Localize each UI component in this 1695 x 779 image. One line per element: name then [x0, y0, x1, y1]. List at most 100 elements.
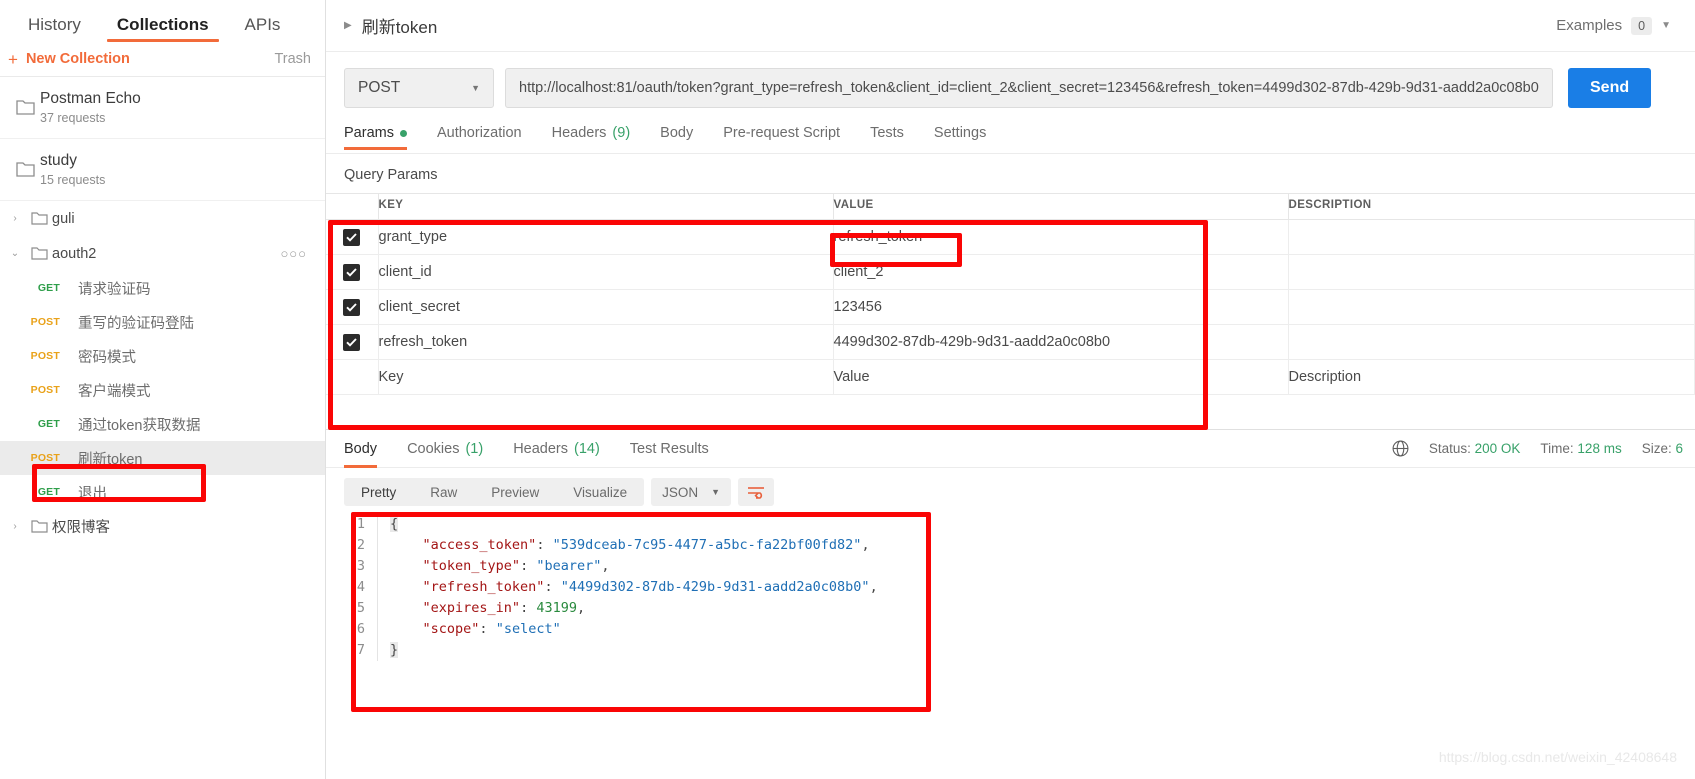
time-badge: Time: 128 ms	[1540, 441, 1621, 456]
row-checkbox-cell[interactable]	[326, 254, 379, 290]
response-tab-test-results-label: Test Results	[629, 440, 709, 457]
trash-button[interactable]: Trash	[274, 51, 311, 67]
send-button[interactable]: Send	[1568, 68, 1652, 108]
sidebar-request-chongxiedeyanzhengmadenglu[interactable]: POST 重写的验证码登陆	[0, 305, 325, 339]
tab-pre-request-script[interactable]: Pre-request Script	[723, 126, 856, 150]
request-label: 客户端模式	[78, 383, 151, 400]
tab-params[interactable]: Params	[344, 126, 423, 150]
response-body-toolbar: Pretty Raw Preview Visualize JSON ▼	[326, 468, 1695, 514]
response-body-viewer[interactable]: 1 2 3 4 5 6 7 { "access_token": "539dcea…	[326, 514, 1695, 661]
param-value[interactable]: 4499d302-87db-429b-9d31-aadd2a0c08b0	[833, 324, 1289, 360]
table-row[interactable]: client_id client_2	[326, 254, 1695, 290]
sidebar-tab-history[interactable]: History	[10, 16, 99, 42]
checkbox-checked-icon[interactable]	[343, 333, 361, 351]
examples-control[interactable]: Examples 0 ▼	[1556, 16, 1671, 35]
sidebar-request-tuichu[interactable]: GET 退出	[0, 475, 325, 509]
param-description-placeholder[interactable]: Description	[1288, 359, 1695, 395]
param-value[interactable]: 123456	[833, 289, 1289, 325]
response-tab-test-results[interactable]: Test Results	[630, 430, 709, 468]
param-key-placeholder[interactable]: Key	[378, 359, 834, 395]
row-checkbox-cell-empty[interactable]	[326, 359, 379, 395]
sidebar-request-qingqiuyanzhengma[interactable]: GET 请求验证码	[0, 271, 325, 305]
expand-caret-icon[interactable]: ▶	[344, 20, 352, 31]
line-number: 2	[356, 537, 365, 553]
response-tab-cookies-label: Cookies	[407, 440, 460, 457]
word-wrap-icon[interactable]	[738, 478, 775, 506]
url-input[interactable]: http://localhost:81/oauth/token?grant_ty…	[505, 68, 1553, 108]
sidebar-request-mimamoshi[interactable]: POST 密码模式	[0, 339, 325, 373]
json-token: :	[544, 579, 561, 595]
table-row[interactable]: grant_type refresh_token	[326, 219, 1695, 255]
view-raw[interactable]: Raw	[413, 478, 474, 506]
param-description[interactable]	[1288, 289, 1695, 325]
row-checkbox-cell[interactable]	[326, 219, 379, 255]
status-badge: Status: 200 OK	[1429, 441, 1521, 456]
row-checkbox-cell[interactable]	[326, 324, 379, 360]
view-preview[interactable]: Preview	[474, 478, 556, 506]
chevron-down-icon: ▼	[471, 83, 480, 93]
response-tab-headers[interactable]: Headers (14)	[513, 430, 600, 468]
request-tabs: Params Authorization Headers (9) Body Pr…	[326, 122, 1695, 154]
collection-item-postman-echo[interactable]: Postman Echo 37 requests	[0, 77, 325, 139]
column-header-key: KEY	[378, 193, 834, 220]
time-value: 128 ms	[1577, 441, 1622, 456]
method-badge: POST	[30, 384, 60, 396]
new-collection-button[interactable]: + New Collection	[8, 51, 130, 68]
status-value: 200 OK	[1474, 441, 1521, 456]
response-tab-cookies[interactable]: Cookies (1)	[407, 430, 483, 468]
param-description[interactable]	[1288, 324, 1695, 360]
request-label: 重写的验证码登陆	[78, 315, 194, 332]
folder-label: guli	[52, 210, 75, 227]
param-key[interactable]: client_secret	[378, 289, 834, 325]
request-label: 通过token获取数据	[78, 417, 201, 434]
sidebar-request-tongguotokenhuoqushuju[interactable]: GET 通过token获取数据	[0, 407, 325, 441]
table-row-placeholder[interactable]: Key Value Description	[326, 359, 1695, 395]
tab-body[interactable]: Body	[660, 126, 709, 150]
checkbox-checked-icon[interactable]	[343, 298, 361, 316]
json-token: "select"	[495, 621, 561, 637]
sidebar-tab-apis[interactable]: APIs	[227, 16, 299, 42]
sidebar-request-kehuduanmoshi[interactable]: POST 客户端模式	[0, 373, 325, 407]
column-header-description: DESCRIPTION	[1288, 193, 1695, 220]
row-checkbox-cell[interactable]	[326, 289, 379, 325]
response-view-switcher: Pretty Raw Preview Visualize	[344, 478, 645, 506]
response-tab-body[interactable]: Body	[344, 430, 378, 468]
view-visualize[interactable]: Visualize	[556, 478, 644, 506]
folder-more-options-icon[interactable]: ○○○	[280, 246, 307, 261]
param-description[interactable]	[1288, 219, 1695, 255]
json-token: "539dceab-7c95-4477-a5bc-fa22bf00fd82"	[552, 537, 862, 553]
collection-request-count: 37 requests	[40, 111, 106, 125]
param-description[interactable]	[1288, 254, 1695, 290]
param-key[interactable]: refresh_token	[378, 324, 834, 360]
table-header-row: KEY VALUE DESCRIPTION	[326, 193, 1695, 220]
checkbox-checked-icon[interactable]	[343, 228, 361, 246]
tab-settings[interactable]: Settings	[934, 126, 1002, 150]
collection-name: study	[40, 152, 78, 169]
response-tab-body-label: Body	[344, 440, 378, 457]
param-key[interactable]: grant_type	[378, 219, 834, 255]
table-row[interactable]: client_secret 123456	[326, 289, 1695, 325]
chevron-down-icon[interactable]: ▼	[1661, 20, 1671, 31]
folder-item-quanxianboke[interactable]: › 权限博客	[0, 509, 325, 544]
sidebar-request-shuaxintoken[interactable]: POST 刷新token	[0, 441, 325, 475]
globe-icon[interactable]	[1392, 440, 1409, 457]
folder-item-aouth2[interactable]: ⌄ aouth2 ○○○	[0, 236, 325, 271]
folder-icon	[26, 211, 52, 226]
tab-headers[interactable]: Headers (9)	[552, 126, 647, 150]
response-format-select[interactable]: JSON ▼	[651, 478, 732, 506]
folder-item-guli[interactable]: › guli	[0, 201, 325, 236]
sidebar-tab-collections[interactable]: Collections	[99, 16, 227, 42]
checkbox-checked-icon[interactable]	[343, 263, 361, 281]
view-pretty[interactable]: Pretty	[344, 478, 413, 506]
collection-item-study[interactable]: study 15 requests	[0, 139, 325, 201]
table-row[interactable]: refresh_token 4499d302-87db-429b-9d31-aa…	[326, 324, 1695, 360]
tab-authorization[interactable]: Authorization	[437, 126, 538, 150]
param-value[interactable]: client_2	[833, 254, 1289, 290]
folder-icon	[10, 99, 40, 116]
http-method-select[interactable]: POST ▼	[344, 68, 494, 108]
param-value[interactable]: refresh_token	[833, 219, 1289, 255]
param-key[interactable]: client_id	[378, 254, 834, 290]
tab-tests[interactable]: Tests	[870, 126, 920, 150]
param-value-placeholder[interactable]: Value	[833, 359, 1289, 395]
json-token: 43199	[536, 600, 577, 616]
